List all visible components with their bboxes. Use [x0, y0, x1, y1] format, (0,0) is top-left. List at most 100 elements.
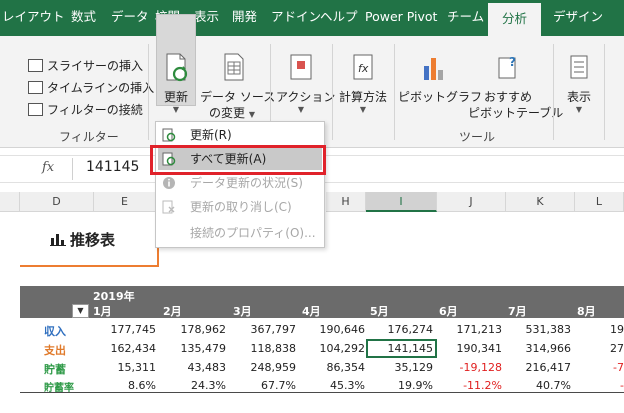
filter-connections-button[interactable]: フィルターの接続 — [28, 100, 143, 120]
menu-item-connection-properties[interactable]: 接続のプロパティ(O)... — [158, 222, 322, 244]
svg-text:?: ? — [509, 55, 516, 69]
ribbon-tabs: レイアウト 数式 データ 校閲 表示 開発 アドイン ヘルプ Power Piv… — [0, 0, 624, 36]
table-cell[interactable]: 162,434 — [111, 342, 157, 355]
tab-layout[interactable]: レイアウト — [2, 0, 65, 36]
chevron-down-icon: ▼ — [297, 105, 305, 114]
tab-design[interactable]: デザイン — [553, 0, 603, 36]
formula-bar-divider — [72, 158, 73, 180]
month-header: 5月 — [370, 305, 389, 318]
refresh-icon — [166, 53, 188, 82]
menu-item-refresh-status[interactable]: データ更新の状況(S) — [158, 172, 322, 194]
insert-slicer-button[interactable]: スライサーの挿入 — [28, 56, 143, 76]
table-cell[interactable]: 19 — [610, 323, 624, 336]
actions-icon — [290, 54, 312, 80]
chevron-down-icon: ▼ — [248, 110, 255, 119]
formula-input[interactable]: 141145 — [86, 159, 139, 175]
table-cell[interactable]: 8.6% — [128, 379, 156, 392]
show-button[interactable]: 表示 ▼ — [560, 52, 598, 114]
table-cell[interactable]: 135,479 — [181, 342, 227, 355]
active-cell[interactable] — [366, 339, 437, 358]
table-cell[interactable]: 118,838 — [251, 342, 297, 355]
recommended-pivot-icon: ? — [498, 55, 516, 79]
group-divider — [148, 44, 149, 140]
tab-power-pivot[interactable]: Power Pivot — [365, 0, 437, 36]
highlight-box — [150, 145, 326, 175]
table-cell[interactable]: 176,274 — [388, 323, 434, 336]
table-cell[interactable]: 35,129 — [395, 361, 434, 374]
table-cell[interactable]: 19.9% — [398, 379, 433, 392]
tab-help[interactable]: ヘルプ — [320, 0, 358, 36]
group-divider — [604, 44, 605, 140]
table-cell[interactable]: 15,311 — [118, 361, 157, 374]
cancel-refresh-icon — [162, 200, 175, 214]
table-cell[interactable]: 86,354 — [327, 361, 366, 374]
tab-developer[interactable]: 開発 — [232, 0, 257, 36]
column-header-i[interactable]: I — [366, 192, 437, 212]
menu-item-cancel-refresh[interactable]: 更新の取り消し(C) — [158, 196, 322, 218]
column-header-d[interactable]: D — [20, 192, 94, 212]
tab-analyze[interactable]: 分析 — [488, 0, 542, 36]
data-source-icon — [224, 53, 244, 81]
row-label-expense: 支出 — [44, 344, 66, 357]
table-cell[interactable]: -19,128 — [460, 361, 502, 374]
recommended-pivottables-button[interactable]: ? おすすめ ピボットテーブル — [468, 52, 563, 121]
filter-dropdown-icon[interactable]: ▼ — [72, 304, 89, 318]
group-label-tools: ツール — [459, 130, 496, 144]
tab-addins[interactable]: アドイン — [271, 0, 321, 36]
show-icon — [570, 55, 588, 79]
tab-team[interactable]: チーム — [447, 0, 484, 36]
column-header-k[interactable]: K — [506, 192, 575, 212]
table-cell[interactable]: 190,341 — [457, 342, 503, 355]
table-cell[interactable]: 178,962 — [181, 323, 227, 336]
table-cell[interactable]: 67.7% — [261, 379, 296, 392]
table-cell[interactable]: 45.3% — [330, 379, 365, 392]
table-cell[interactable]: -7 — [613, 361, 624, 374]
actions-button[interactable]: アクション ▼ — [276, 52, 335, 114]
month-header: 7月 — [508, 305, 527, 318]
year-label: 2019年 — [93, 290, 135, 303]
slicer-icon — [28, 59, 43, 72]
group-divider — [553, 44, 554, 140]
fx-table-icon: fx — [353, 54, 373, 80]
filter-connections-icon — [28, 103, 43, 116]
insert-timeline-button[interactable]: タイムラインの挿入 — [28, 78, 154, 98]
tab-data[interactable]: データ — [111, 0, 149, 36]
table-cell[interactable]: 27 — [610, 342, 624, 355]
pivotchart-button[interactable]: ピボットグラフ — [398, 52, 482, 105]
timeline-icon — [28, 81, 43, 94]
table-cell[interactable]: 248,959 — [251, 361, 297, 374]
row-label-income: 収入 — [44, 325, 66, 338]
month-header: 6月 — [439, 305, 458, 318]
month-header: 8月 — [577, 305, 596, 318]
insert-function-icon[interactable]: fx — [42, 160, 54, 175]
table-cell[interactable]: 531,383 — [526, 323, 572, 336]
table-cell[interactable]: 24.3% — [191, 379, 226, 392]
table-cell[interactable]: 216,417 — [526, 361, 572, 374]
table-cell[interactable]: 314,966 — [526, 342, 572, 355]
table-cell[interactable]: 190,646 — [320, 323, 366, 336]
table-cell[interactable]: - — [620, 379, 624, 392]
chevron-down-icon: ▼ — [172, 105, 180, 114]
table-cell[interactable]: 367,797 — [251, 323, 297, 336]
tab-formulas[interactable]: 数式 — [71, 0, 96, 36]
column-header-j[interactable]: J — [437, 192, 506, 212]
table-cell[interactable]: 104,292 — [320, 342, 366, 355]
refresh-button[interactable]: 更新 ▼ — [158, 52, 194, 114]
calculations-button[interactable]: fx 計算方法 ▼ — [336, 52, 390, 114]
table-cell[interactable]: -11.2% — [463, 379, 502, 392]
month-header: 4月 — [302, 305, 321, 318]
table-cell[interactable]: 40.7% — [536, 379, 571, 392]
table-cell[interactable]: 177,745 — [111, 323, 157, 336]
table-cell[interactable]: 171,213 — [457, 323, 503, 336]
table-cell[interactable]: 43,483 — [188, 361, 227, 374]
table-bottom-border — [20, 392, 624, 393]
pivot-chart-icon — [424, 58, 443, 80]
tab-view[interactable]: 表示 — [194, 0, 219, 36]
column-header-e[interactable]: E — [94, 192, 156, 212]
menu-item-refresh[interactable]: 更新(R) — [158, 124, 322, 146]
column-header-l[interactable]: L — [575, 192, 624, 212]
column-header-corner[interactable] — [0, 192, 20, 212]
group-divider — [332, 44, 333, 140]
change-data-source-button[interactable]: データ ソース の変更 ▼ — [200, 52, 275, 123]
column-header-h[interactable]: H — [326, 192, 366, 212]
